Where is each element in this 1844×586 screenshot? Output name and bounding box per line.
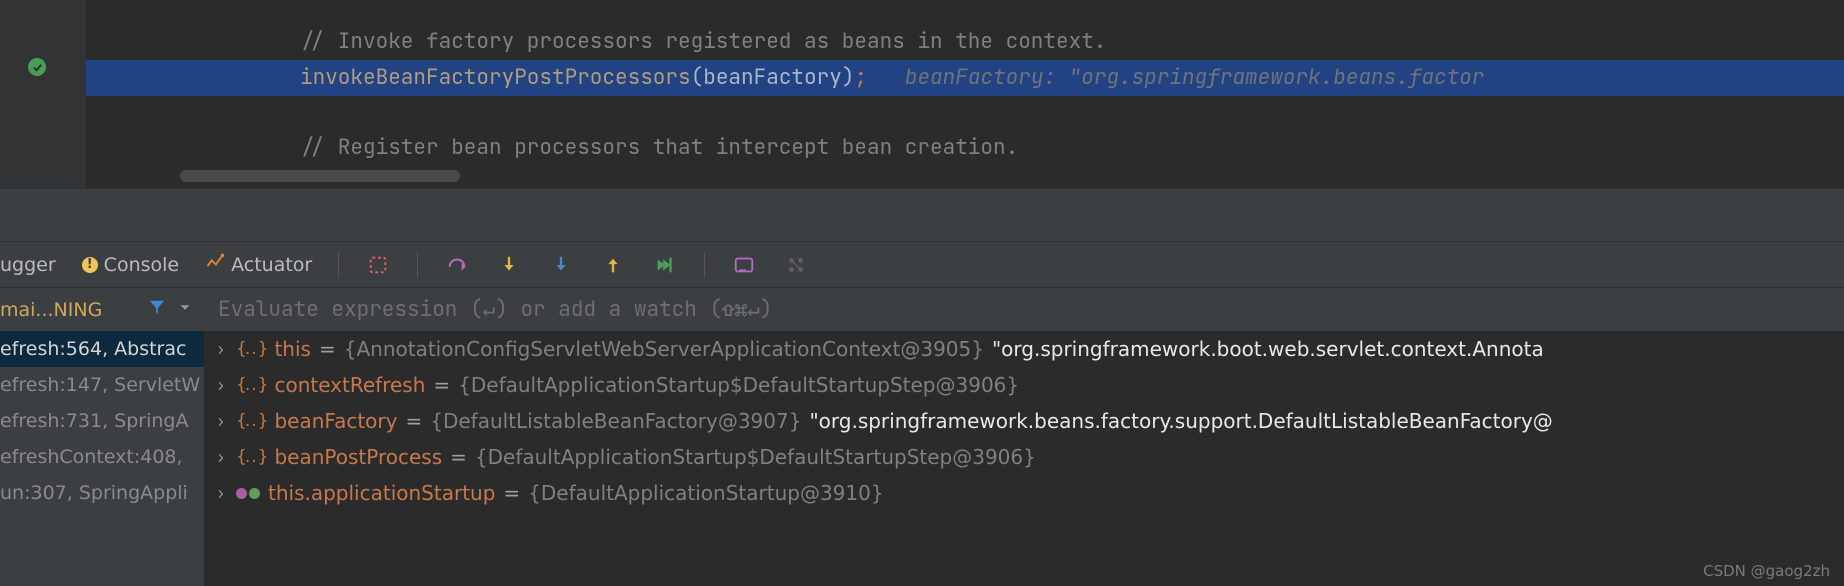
force-step-into-button[interactable]: [548, 252, 574, 278]
inline-hint: beanFactory: "org.springframework.beans.…: [905, 64, 1485, 91]
thread-label: mai...NING: [0, 299, 102, 321]
stack-frame[interactable]: efresh:731, SpringA: [0, 403, 204, 439]
equals-sign: =: [405, 409, 422, 433]
watch-row: mai...NING Evaluate expression (↵) or ad…: [0, 287, 1844, 331]
variables-panel[interactable]: ›.. this = {AnnotationConfigServletWebSe…: [204, 331, 1844, 586]
panel-divider[interactable]: [0, 188, 1844, 242]
code-token: (: [691, 64, 704, 91]
code-token: beanFactory: [703, 64, 842, 91]
variable-row[interactable]: ›.. this = {AnnotationConfigServletWebSe…: [204, 331, 1844, 367]
chevron-right-icon[interactable]: ›: [215, 481, 226, 505]
equals-sign: =: [450, 445, 467, 469]
code-token: ;: [854, 64, 867, 91]
thread-selector[interactable]: mai...NING: [0, 298, 204, 321]
stack-frame[interactable]: efresh:147, ServletW: [0, 367, 204, 403]
variable-type: {DefaultApplicationStartup@3910}: [528, 481, 883, 505]
frames-panel[interactable]: efresh:564, Abstracefresh:147, ServletWe…: [0, 331, 204, 586]
editor-gutter: [0, 0, 86, 188]
equals-sign: =: [319, 337, 336, 361]
show-execution-point-button[interactable]: [365, 252, 391, 278]
code-area[interactable]: // Invoke factory processors registered …: [86, 0, 1844, 188]
variable-name: beanFactory: [274, 409, 397, 433]
divider: [417, 252, 418, 278]
watermark: CSDN @gaog2zh: [1703, 562, 1830, 580]
watch-icon: [236, 488, 260, 499]
object-icon: ..: [236, 375, 266, 395]
variable-row[interactable]: ›.. contextRefresh = {DefaultApplication…: [204, 367, 1844, 403]
stack-frame[interactable]: efresh:564, Abstrac: [0, 331, 204, 367]
variable-name: this.applicationStartup: [268, 481, 495, 505]
debug-toolbar: ugger ! Console Actuator: [0, 242, 1844, 287]
variable-tostring: "org.springframework.beans.factory.suppo…: [809, 409, 1552, 433]
variable-type: {AnnotationConfigServletWebServerApplica…: [344, 337, 984, 361]
variable-type: {DefaultListableBeanFactory@3907}: [430, 409, 801, 433]
variable-row[interactable]: ›.. beanFactory = {DefaultListableBeanFa…: [204, 403, 1844, 439]
variable-row[interactable]: ›.. beanPostProcess = {DefaultApplicatio…: [204, 439, 1844, 475]
stack-frame[interactable]: un:307, SpringAppli: [0, 475, 204, 511]
variable-name: contextRefresh: [274, 373, 425, 397]
tab-label: Actuator: [231, 254, 312, 276]
variable-row[interactable]: › this.applicationStartup = {DefaultAppl…: [204, 475, 1844, 511]
object-icon: ..: [236, 339, 266, 359]
object-icon: ..: [236, 411, 266, 431]
tab-debugger[interactable]: ugger: [0, 254, 56, 276]
evaluate-expression-input[interactable]: Evaluate expression (↵) or add a watch (…: [204, 296, 1844, 323]
divider: [338, 252, 339, 278]
variable-name: beanPostProcess: [274, 445, 442, 469]
stack-frame[interactable]: efreshContext:408,: [0, 439, 204, 475]
chevron-right-icon[interactable]: ›: [215, 337, 226, 361]
horizontal-scrollbar[interactable]: [180, 170, 460, 182]
variable-type: {DefaultApplicationStartup$DefaultStartu…: [475, 445, 1036, 469]
object-icon: ..: [236, 447, 266, 467]
actuator-icon: [205, 252, 225, 277]
dropdown-icon[interactable]: [176, 298, 194, 321]
code-line: // Invoke factory processors registered …: [86, 24, 1844, 60]
code-token: ): [842, 64, 855, 91]
equals-sign: =: [503, 481, 520, 505]
equals-sign: =: [433, 373, 450, 397]
tab-console[interactable]: ! Console: [82, 254, 179, 276]
filter-icon[interactable]: [148, 298, 166, 321]
divider: [704, 252, 705, 278]
variable-tostring: "org.springframework.boot.web.servlet.co…: [992, 337, 1544, 361]
code-token: invokeBeanFactoryPostProcessors: [300, 64, 691, 91]
editor: // Invoke factory processors registered …: [0, 0, 1844, 188]
chevron-right-icon[interactable]: ›: [215, 409, 226, 433]
variable-type: {DefaultApplicationStartup$DefaultStartu…: [458, 373, 1019, 397]
tab-actuator[interactable]: Actuator: [205, 252, 312, 277]
warning-icon: !: [82, 257, 98, 273]
debug-panels: efresh:564, Abstracefresh:147, ServletWe…: [0, 331, 1844, 586]
current-execution-line: invokeBeanFactoryPostProcessors(beanFact…: [86, 60, 1844, 96]
step-over-button[interactable]: [444, 252, 470, 278]
run-to-cursor-button[interactable]: [652, 252, 678, 278]
chevron-right-icon[interactable]: ›: [215, 373, 226, 397]
tab-label: Console: [104, 254, 179, 276]
step-into-button[interactable]: [496, 252, 522, 278]
breakpoint-check-icon[interactable]: [28, 58, 46, 76]
step-out-button[interactable]: [600, 252, 626, 278]
code-line: // Register bean processors that interce…: [86, 130, 1844, 166]
variable-name: this: [274, 337, 311, 361]
evaluate-expression-button[interactable]: [731, 252, 757, 278]
trace-current-stream-button[interactable]: [783, 252, 809, 278]
chevron-right-icon[interactable]: ›: [215, 445, 226, 469]
